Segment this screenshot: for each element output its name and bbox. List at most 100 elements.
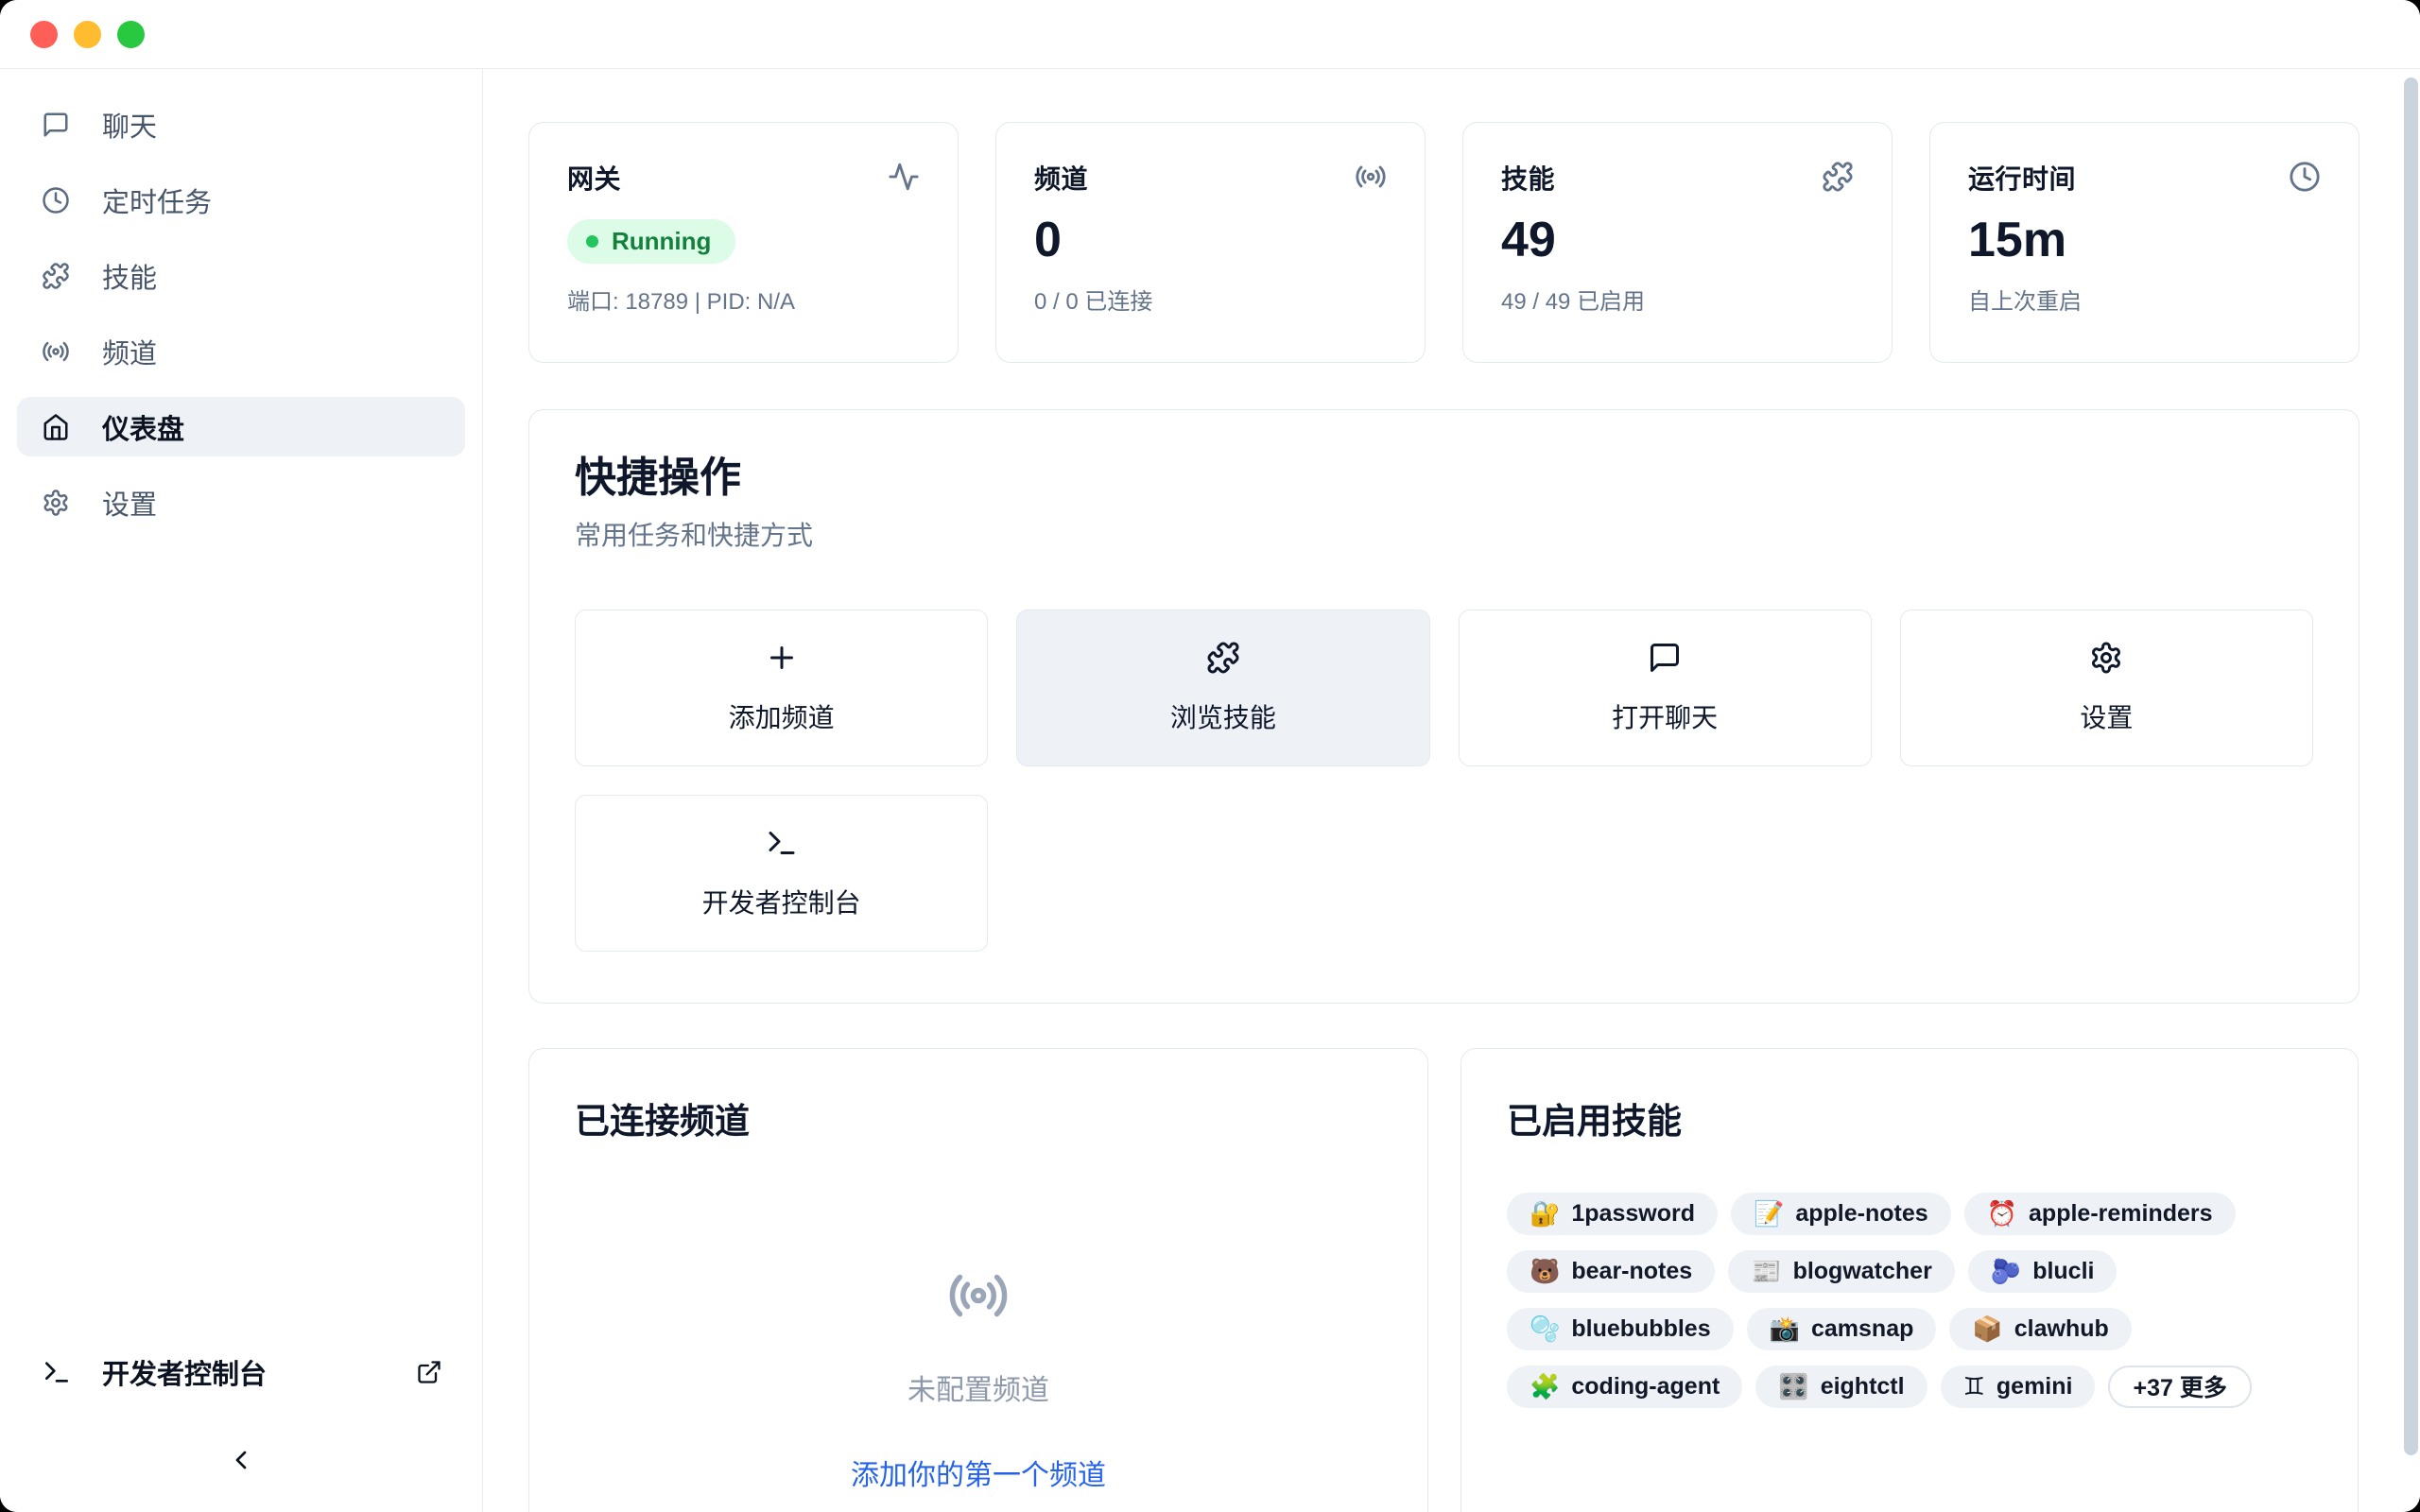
radio-icon bbox=[1355, 161, 1387, 193]
skill-emoji-icon: 🧩 bbox=[1530, 1374, 1560, 1399]
skill-emoji-icon: 🎛️ bbox=[1778, 1374, 1808, 1399]
sidebar-footer: 开发者控制台 bbox=[0, 1344, 482, 1512]
scrollbar[interactable] bbox=[2404, 77, 2418, 1455]
stat-detail: 0 / 0 已连接 bbox=[1034, 283, 1387, 316]
skill-emoji-icon: ⏰ bbox=[1987, 1201, 2017, 1226]
sidebar-item-label: 仪表盘 bbox=[102, 407, 184, 447]
sidebar-item-chat[interactable]: 聊天 bbox=[17, 94, 465, 154]
sidebar-item-settings[interactable]: 设置 bbox=[17, 472, 465, 532]
enabled-skills-card: 已启用技能 🔐1password 📝 apple-notes ⏰ apple-rem… bbox=[1461, 1048, 2359, 1512]
home-icon bbox=[42, 413, 70, 441]
app-window: 聊天 定时任务 技能 bbox=[0, 0, 2420, 1512]
sidebar: 聊天 定时任务 技能 bbox=[0, 69, 483, 1512]
skill-emoji-icon: 📦 bbox=[1972, 1316, 2002, 1341]
sidebar-item-label: 频道 bbox=[102, 332, 157, 371]
channels-empty-state: 未配置频道 添加你的第一个频道 bbox=[575, 1264, 1382, 1493]
settings-icon bbox=[2089, 641, 2123, 675]
stat-value: 0 bbox=[1034, 214, 1387, 267]
skill-badge: 🫐blucli bbox=[1968, 1250, 2118, 1293]
skill-emoji-icon: 🐻 bbox=[1530, 1259, 1560, 1283]
stat-card-skills: 技能 49 49 / 49 已启用 bbox=[1462, 122, 1893, 363]
puzzle-icon bbox=[42, 262, 70, 290]
quick-action-label: 添加频道 bbox=[729, 697, 835, 735]
sidebar-item-label: 技能 bbox=[102, 256, 157, 296]
quick-actions-grid: 添加频道 浏览技能 打开聊天 bbox=[575, 610, 2313, 952]
close-window-button[interactable] bbox=[30, 21, 58, 48]
activity-icon bbox=[888, 161, 920, 193]
skill-emoji-icon: 📸 bbox=[1770, 1316, 1800, 1341]
settings-icon bbox=[42, 489, 70, 517]
sidebar-item-skills[interactable]: 技能 bbox=[17, 246, 465, 305]
skill-name: blogwatcher bbox=[1793, 1258, 1932, 1285]
sidebar-item-dashboard[interactable]: 仪表盘 bbox=[17, 397, 465, 456]
skill-badge: 🫧 bluebubbles bbox=[1507, 1308, 1734, 1350]
stat-value: 49 bbox=[1501, 214, 1854, 267]
skill-emoji-icon: 📝 bbox=[1754, 1201, 1784, 1226]
bottom-row: 已连接频道 未配置频道 添加你的第一个频道 已启用技能 🔐1password 📝… bbox=[528, 1048, 2360, 1512]
skill-name: gemini bbox=[1996, 1373, 2073, 1400]
skill-emoji-icon: ♊ bbox=[1963, 1374, 1985, 1399]
stat-detail: 49 / 49 已启用 bbox=[1501, 283, 1854, 316]
dev-console-label: 开发者控制台 bbox=[102, 1352, 267, 1392]
connected-channels-title: 已连接频道 bbox=[575, 1092, 1382, 1143]
clock-icon bbox=[2289, 161, 2321, 193]
status-text: Running bbox=[612, 227, 711, 256]
stat-detail: 自上次重启 bbox=[1968, 283, 2321, 316]
skill-badge: ♊ gemini bbox=[1941, 1366, 2096, 1408]
skill-name: bear-notes bbox=[1571, 1258, 1692, 1285]
skill-name: clawhub bbox=[2014, 1315, 2109, 1343]
terminal-icon bbox=[765, 826, 799, 860]
stat-title: 技能 bbox=[1501, 159, 1555, 197]
stat-title: 频道 bbox=[1034, 159, 1088, 197]
stat-title: 运行时间 bbox=[1968, 159, 2076, 197]
zoom-window-button[interactable] bbox=[117, 21, 145, 48]
stat-card-uptime: 运行时间 15m 自上次重启 bbox=[1929, 122, 2360, 363]
radio-icon bbox=[947, 1264, 1010, 1327]
skill-badge: 🧩 coding-agent bbox=[1507, 1366, 1742, 1408]
titlebar bbox=[0, 0, 2420, 69]
connected-channels-card: 已连接频道 未配置频道 添加你的第一个频道 bbox=[528, 1048, 1428, 1512]
skill-badge: 🔐1password bbox=[1507, 1193, 1718, 1235]
quick-action-settings[interactable]: 设置 bbox=[1900, 610, 2313, 766]
sidebar-item-dev-console[interactable]: 开发者控制台 bbox=[0, 1344, 482, 1400]
skill-name: eightctl bbox=[1821, 1373, 1905, 1400]
stat-value: 15m bbox=[1968, 214, 2321, 267]
skill-badge: 📝 apple-notes bbox=[1731, 1193, 1951, 1235]
add-first-channel-link[interactable]: 添加你的第一个频道 bbox=[851, 1452, 1106, 1493]
skills-more-button[interactable]: +37 更多 bbox=[2108, 1366, 2251, 1408]
skill-emoji-icon: 🫧 bbox=[1530, 1316, 1560, 1341]
collapse-sidebar-button[interactable] bbox=[226, 1445, 256, 1475]
quick-action-open-chat[interactable]: 打开聊天 bbox=[1459, 610, 1872, 766]
sidebar-item-label: 设置 bbox=[102, 483, 157, 523]
skill-badge: 📸 camsnap bbox=[1747, 1308, 1937, 1350]
stat-title: 网关 bbox=[567, 159, 621, 197]
quick-action-dev-console[interactable]: 开发者控制台 bbox=[575, 795, 988, 952]
skill-badge: ⏰ apple-reminders bbox=[1964, 1193, 2236, 1235]
quick-actions-card: 快捷操作 常用任务和快捷方式 添加频道 浏览技能 bbox=[528, 409, 2360, 1004]
sidebar-item-label: 定时任务 bbox=[102, 180, 212, 220]
skill-name: coding-agent bbox=[1571, 1373, 1720, 1400]
skill-name: blucli bbox=[2032, 1258, 2094, 1285]
status-badge: Running bbox=[567, 219, 735, 264]
skill-name: apple-reminders bbox=[2029, 1200, 2213, 1228]
message-square-icon bbox=[1648, 641, 1682, 675]
skill-name: apple-notes bbox=[1795, 1200, 1927, 1228]
quick-actions-title: 快捷操作 bbox=[575, 454, 2313, 504]
message-square-icon bbox=[42, 111, 70, 139]
skill-name: bluebubbles bbox=[1571, 1315, 1710, 1343]
sidebar-item-channels[interactable]: 频道 bbox=[17, 321, 465, 381]
sidebar-item-scheduled-tasks[interactable]: 定时任务 bbox=[17, 170, 465, 230]
skill-badge: 🐻 bear-notes bbox=[1507, 1250, 1715, 1293]
quick-action-add-channel[interactable]: 添加频道 bbox=[575, 610, 988, 766]
puzzle-icon bbox=[1206, 641, 1240, 675]
minimize-window-button[interactable] bbox=[74, 21, 101, 48]
skill-name: camsnap bbox=[1811, 1315, 1913, 1343]
quick-actions-subtitle: 常用任务和快捷方式 bbox=[575, 515, 2313, 553]
terminal-icon bbox=[42, 1357, 72, 1387]
skill-badge: 📰blogwatcher bbox=[1728, 1250, 1955, 1293]
skill-badge: 📦 clawhub bbox=[1949, 1308, 2131, 1350]
quick-action-label: 打开聊天 bbox=[1612, 697, 1718, 735]
quick-action-label: 开发者控制台 bbox=[702, 883, 861, 920]
quick-action-browse-skills[interactable]: 浏览技能 bbox=[1016, 610, 1429, 766]
enabled-skills-title: 已启用技能 bbox=[1507, 1092, 2312, 1143]
